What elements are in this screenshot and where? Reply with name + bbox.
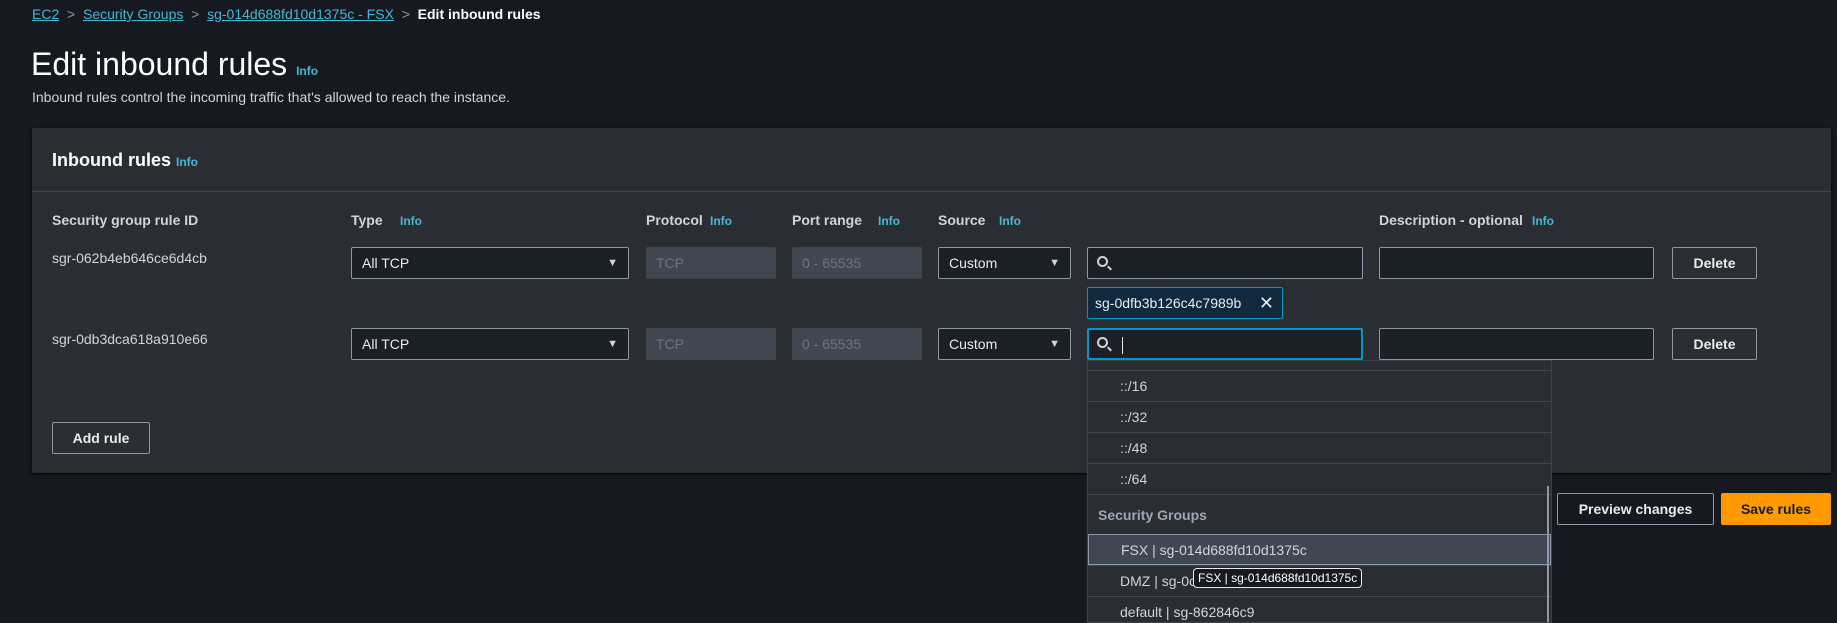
rule-id: sgr-062b4eb646ce6d4cb <box>52 250 207 266</box>
dropdown-group-header: Security Groups <box>1088 494 1551 534</box>
source-info-link[interactable]: Info <box>999 214 1021 228</box>
col-rule-id: Security group rule ID <box>52 212 199 228</box>
type-value: All TCP <box>362 336 410 352</box>
type-value: All TCP <box>362 255 410 271</box>
source-select[interactable]: Custom ▼ <box>938 328 1071 360</box>
col-type: Type <box>351 212 383 228</box>
page-info-link[interactable]: Info <box>296 64 318 78</box>
panel-info-link[interactable]: Info <box>176 155 198 169</box>
text-cursor <box>1122 337 1123 354</box>
dropdown-option[interactable]: ::/64 <box>1088 463 1551 494</box>
port-range-field: 0 - 65535 <box>792 247 922 279</box>
page-description: Inbound rules control the incoming traff… <box>32 89 510 105</box>
source-token: sg-0dfb3b126c4c7989b ✕ <box>1087 287 1283 319</box>
dropdown-option[interactable]: ::/16 <box>1088 370 1551 401</box>
caret-down-icon: ▼ <box>607 338 618 350</box>
close-icon[interactable]: ✕ <box>1259 288 1274 318</box>
breadcrumb-security-groups[interactable]: Security Groups <box>83 6 183 22</box>
source-select[interactable]: Custom ▼ <box>938 247 1071 279</box>
description-input[interactable] <box>1379 247 1654 279</box>
page-title-wrap: Edit inbound rules Info <box>31 46 318 83</box>
save-rules-button[interactable]: Save rules <box>1721 493 1831 525</box>
scrollbar[interactable] <box>1547 486 1549 622</box>
delete-button[interactable]: Delete <box>1672 247 1757 279</box>
dropdown-option-highlighted[interactable]: FSX | sg-014d688fd10d1375c <box>1088 534 1551 565</box>
rule-id: sgr-0db3dca618a910e66 <box>52 331 208 347</box>
caret-down-icon: ▼ <box>607 257 618 269</box>
col-port-range: Port range <box>792 212 863 228</box>
protocol-field: TCP <box>646 328 776 360</box>
divider <box>32 191 1831 192</box>
description-info-link[interactable]: Info <box>1532 214 1554 228</box>
token-label: sg-0dfb3b126c4c7989b <box>1095 295 1242 311</box>
port-range-field: 0 - 65535 <box>792 328 922 360</box>
type-select[interactable]: All TCP ▼ <box>351 328 629 360</box>
page-title: Edit inbound rules <box>31 46 288 82</box>
protocol-field: TCP <box>646 247 776 279</box>
panel-title-wrap: Inbound rules Info <box>52 150 198 171</box>
add-rule-button[interactable]: Add rule <box>52 422 150 454</box>
col-description: Description - optional <box>1379 212 1523 228</box>
caret-down-icon: ▼ <box>1049 338 1060 350</box>
protocol-info-link[interactable]: Info <box>710 214 732 228</box>
search-icon <box>1097 337 1108 348</box>
source-search-input[interactable] <box>1087 247 1363 279</box>
dropdown-option[interactable]: ::/32 <box>1088 401 1551 432</box>
port-range-info-link[interactable]: Info <box>878 214 900 228</box>
caret-down-icon: ▼ <box>1049 257 1060 269</box>
breadcrumb-current: Edit inbound rules <box>417 6 541 22</box>
panel-title: Inbound rules <box>52 150 171 170</box>
search-icon <box>1097 256 1108 267</box>
source-value: Custom <box>949 336 998 352</box>
breadcrumb: EC2 > Security Groups > sg-014d688fd10d1… <box>32 6 541 22</box>
inbound-rules-panel: Inbound rules Info <box>32 128 1831 473</box>
dropdown-option[interactable]: ::/48 <box>1088 432 1551 463</box>
preview-changes-button[interactable]: Preview changes <box>1557 493 1714 525</box>
chevron-right-icon: > <box>397 6 414 22</box>
delete-button[interactable]: Delete <box>1672 328 1757 360</box>
source-search-input-focused[interactable] <box>1087 328 1363 360</box>
source-value: Custom <box>949 255 998 271</box>
chevron-right-icon: > <box>187 6 204 22</box>
description-input[interactable] <box>1379 328 1654 360</box>
breadcrumb-ec2[interactable]: EC2 <box>32 6 59 22</box>
tooltip: FSX | sg-014d688fd10d1375c <box>1193 568 1363 588</box>
chevron-right-icon: > <box>63 6 80 22</box>
col-source: Source <box>938 212 986 228</box>
type-select[interactable]: All TCP ▼ <box>351 247 629 279</box>
type-info-link[interactable]: Info <box>400 214 422 228</box>
col-protocol: Protocol <box>646 212 703 228</box>
breadcrumb-security-group[interactable]: sg-014d688fd10d1375c - FSX <box>207 6 394 22</box>
dropdown-option[interactable]: default | sg-862846c9 <box>1088 596 1551 622</box>
